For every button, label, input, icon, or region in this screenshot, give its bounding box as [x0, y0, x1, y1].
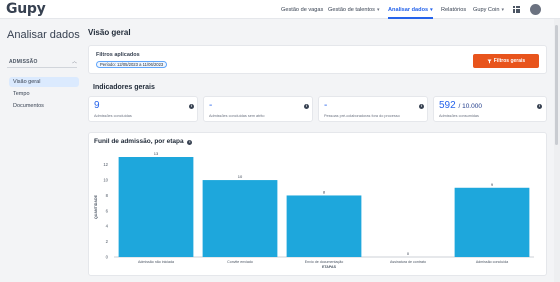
x-tick-label: Convite enviado: [227, 260, 253, 264]
y-axis-title: QUANTIDADE: [94, 194, 98, 219]
y-tick-label: 2: [106, 239, 109, 244]
bar-data-label: 10: [238, 174, 243, 179]
grid-icon[interactable]: [513, 6, 520, 13]
chevron-down-icon: ▾: [501, 6, 504, 13]
indicators-title: Indicadores gerais: [93, 84, 155, 91]
indicator-caption: Admissões concluídas sem atrito: [209, 114, 265, 118]
nav-item-label: Gestão de vagas: [281, 6, 324, 13]
nav-item-gestao-de-vagas[interactable]: Gestão de vagas: [281, 0, 323, 19]
nav-item-label: Gestão de talentos: [328, 6, 375, 13]
sidebar-divider: [7, 67, 77, 68]
nav-item-label: Gupy Coin: [473, 6, 500, 13]
filter-icon: [487, 59, 492, 63]
bar: [454, 187, 530, 257]
sidebar-item-visao-geral[interactable]: Visão geral: [9, 77, 79, 87]
x-tick-label: Admissão concluída: [476, 260, 508, 264]
top-navigation-bar: Gupy Gestão de vagas Gestão de talentos …: [0, 0, 560, 19]
indicator-card-admissoes-sem-atrito: - Admissões concluídas sem atrito i: [203, 96, 313, 122]
sidebar-item-documentos[interactable]: Documentos: [9, 101, 79, 111]
y-tick-label: 0: [106, 255, 109, 260]
indicator-caption: Admissões concluídas: [94, 114, 132, 118]
main-title: Visão geral: [88, 28, 131, 37]
nav-item-label: Analisar dados: [388, 6, 429, 13]
y-tick-label: 4: [106, 224, 109, 229]
x-axis-title: ETAPAS: [322, 265, 337, 269]
x-tick-label: Admissão não iniciada: [138, 260, 174, 264]
y-tick-label: 8: [106, 193, 109, 198]
indicator-card-admissoes-consumidas: 592 / 10.000 Admissões consumidas i: [433, 96, 547, 122]
y-tick-label: 10: [103, 178, 108, 183]
indicator-card-pessoas-fora-do-processo: - Pessoas pré-colaboradoras fora do proc…: [318, 96, 428, 122]
indicator-value: 9: [94, 100, 100, 111]
indicator-value: -: [324, 100, 328, 111]
nav-item-relatorios[interactable]: Relatórios: [441, 0, 466, 19]
info-icon[interactable]: i: [537, 104, 542, 109]
admission-funnel-chart: 0 2 4 6 8 10 12 QUANTIDADE 13 Admissão não inicia…: [94, 151, 534, 269]
indicator-value: 592 / 10.000: [439, 100, 482, 111]
bar-data-label: 13: [154, 151, 159, 156]
info-icon[interactable]: i: [419, 104, 424, 109]
nav-item-analisar-dados[interactable]: Analisar dados ▾: [388, 0, 433, 19]
bar: [286, 195, 362, 257]
bar: [118, 157, 194, 257]
admission-funnel-card: Funil de admissão, por etapa i 0 2 4 6 8 10 12…: [88, 132, 547, 276]
indicator-caption: Admissões consumidas: [439, 114, 479, 118]
sidebar: Analisar dados ADMISSÃO ︿ Visão geral Te…: [0, 19, 84, 282]
bar-data-label: 8: [323, 189, 326, 194]
scrollbar-thumb[interactable]: [555, 25, 558, 145]
indicator-card-admissoes-concluidas: 9 Admissões concluídas i: [88, 96, 198, 122]
chevron-down-icon: ▾: [376, 6, 380, 13]
chevron-up-icon[interactable]: ︿: [72, 58, 77, 65]
indicator-value: -: [209, 100, 213, 111]
nav-item-gupy-coin[interactable]: Gupy Coin ▾: [473, 0, 504, 19]
period-filter-chip[interactable]: Período: 12/05/2023 a 11/06/2023: [96, 61, 168, 68]
avatar[interactable]: [530, 4, 541, 15]
filters-label: Filtros aplicados: [96, 52, 140, 58]
nav-item-gestao-de-talentos[interactable]: Gestão de talentos ▾: [328, 0, 379, 19]
y-tick-label: 6: [106, 208, 109, 213]
y-tick-label: 12: [103, 162, 108, 167]
x-tick-label: Assinatura de contrato: [390, 260, 426, 264]
sidebar-item-tempo[interactable]: Tempo: [9, 89, 79, 99]
info-icon[interactable]: i: [304, 104, 309, 109]
indicator-caption: Pessoas pré-colaboradoras fora do proces…: [324, 114, 400, 118]
page-title: Analisar dados: [7, 29, 80, 41]
filters-card: Filtros aplicados Período: 12/05/2023 a …: [88, 45, 547, 74]
sidebar-section-admissao[interactable]: ADMISSÃO: [9, 59, 38, 65]
bar: [202, 180, 278, 257]
nav-item-label: Relatórios: [441, 6, 467, 13]
bar-data-label: 9: [491, 182, 494, 187]
chevron-down-icon: ▾: [430, 6, 433, 13]
general-filters-label: Filtros gerais: [493, 58, 526, 64]
general-filters-button[interactable]: Filtros gerais: [473, 54, 539, 68]
x-tick-label: Envio de documentação: [305, 260, 344, 264]
gupy-logo[interactable]: Gupy: [6, 1, 46, 17]
bar-data-label: 0: [407, 251, 410, 256]
info-icon[interactable]: i: [189, 104, 194, 109]
